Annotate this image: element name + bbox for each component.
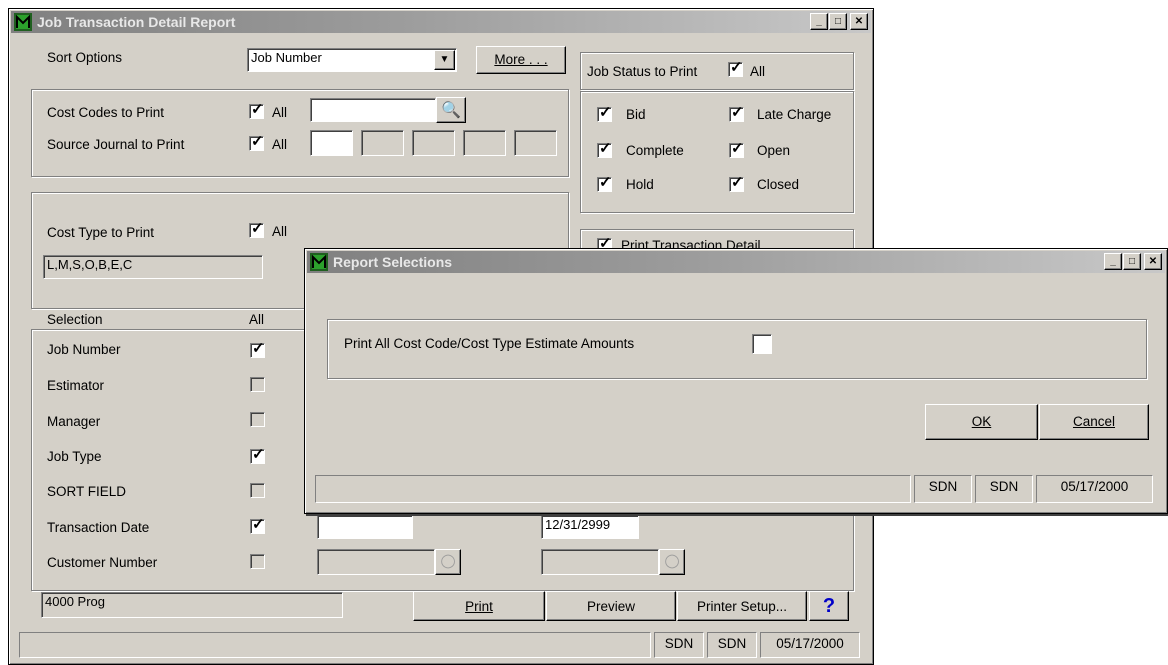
customer-number-label: Customer Number <box>47 555 158 570</box>
bid-label: Bid <box>626 107 646 122</box>
job-status-all-label: All <box>750 64 766 79</box>
dialog-title: Report Selections <box>333 254 453 270</box>
status-bar-user2: SDN <box>707 632 757 658</box>
source-journal-all-label: All <box>272 137 288 152</box>
app-icon <box>14 13 32 31</box>
sort-options-label: Sort Options <box>47 50 123 65</box>
main-title-bar[interactable]: Job Transaction Detail Report _ □ ✕ <box>11 11 871 33</box>
more-button[interactable]: More . . . <box>476 46 566 74</box>
customer-number-from-lookup-button[interactable]: ◯ <box>435 549 461 575</box>
cost-type-all-checkbox[interactable]: ✓ <box>249 221 264 238</box>
cost-codes-lookup-button[interactable]: 🔍 <box>436 97 466 123</box>
complete-label: Complete <box>626 143 684 158</box>
app-icon <box>310 253 328 271</box>
printer-setup-button[interactable]: Printer Setup... <box>677 591 807 621</box>
ok-button[interactable]: OK <box>925 404 1038 440</box>
help-icon: ? <box>822 595 836 617</box>
source-journal-input-2 <box>361 130 404 156</box>
dialog-status-bar-message <box>315 475 911 503</box>
selection-header: Selection <box>47 312 103 327</box>
job-number-label: Job Number <box>47 342 121 357</box>
estimate-amounts-label: Print All Cost Code/Cost Type Estimate A… <box>344 336 635 351</box>
cost-codes-all-checkbox[interactable]: ✓ <box>249 102 264 119</box>
open-label: Open <box>757 143 791 158</box>
status-bar-date: 05/17/2000 <box>760 632 860 658</box>
closed-checkbox[interactable]: ✓ <box>729 175 744 192</box>
sort-field-all-checkbox[interactable] <box>250 483 265 498</box>
source-journal-input-3 <box>412 130 455 156</box>
open-checkbox[interactable]: ✓ <box>729 141 744 158</box>
sort-options-value: Job Number <box>251 50 322 65</box>
selection-all-header: All <box>249 312 265 327</box>
print-button[interactable]: Print <box>413 591 545 621</box>
hold-checkbox[interactable]: ✓ <box>597 175 612 192</box>
cost-codes-all-label: All <box>272 105 288 120</box>
customer-number-to-input <box>541 549 659 575</box>
sort-field-label: SORT FIELD <box>47 484 127 499</box>
source-journal-label: Source Journal to Print <box>47 137 185 152</box>
cancel-button[interactable]: Cancel <box>1039 404 1149 440</box>
sort-options-dropdown[interactable]: Job Number <box>247 48 457 72</box>
form-name-field: 4000 Prog <box>41 592 343 618</box>
search-icon: ◯ <box>440 553 456 568</box>
estimator-all-checkbox[interactable] <box>250 377 265 392</box>
manager-label: Manager <box>47 414 101 429</box>
preview-button[interactable]: Preview <box>546 591 676 621</box>
cost-type-label: Cost Type to Print <box>47 225 155 240</box>
dialog-title-bar[interactable]: Report Selections _ □ ✕ <box>307 251 1165 273</box>
transaction-date-to-input[interactable]: 12/31/2999 <box>541 515 639 539</box>
estimate-amounts-checkbox[interactable] <box>752 334 772 354</box>
transaction-date-from-input[interactable] <box>317 515 413 539</box>
cost-type-value: L,M,S,O,B,E,C <box>43 255 263 279</box>
transaction-date-label: Transaction Date <box>47 520 150 535</box>
maximize-icon[interactable]: □ <box>829 13 847 30</box>
job-status-label: Job Status to Print <box>587 64 698 79</box>
manager-all-checkbox[interactable] <box>250 412 265 427</box>
cost-type-all-label: All <box>272 224 288 239</box>
dialog-status-bar-user1: SDN <box>914 475 972 503</box>
hold-label: Hold <box>626 177 654 192</box>
main-title: Job Transaction Detail Report <box>37 14 236 30</box>
help-button[interactable]: ? <box>809 591 849 621</box>
minimize-icon[interactable]: _ <box>810 13 828 30</box>
source-journal-input-4 <box>463 130 506 156</box>
dialog-status-bar-date: 05/17/2000 <box>1036 475 1153 503</box>
status-bar-message <box>19 632 651 658</box>
job-status-all-checkbox[interactable]: ✓ <box>728 60 743 77</box>
closed-label: Closed <box>757 177 800 192</box>
source-journal-input-1[interactable] <box>310 130 353 156</box>
source-journal-all-checkbox[interactable]: ✓ <box>249 134 264 151</box>
search-icon: ◯ <box>664 553 680 568</box>
late-charge-checkbox[interactable]: ✓ <box>729 105 744 122</box>
close-icon[interactable]: ✕ <box>850 13 868 30</box>
search-icon: 🔍 <box>441 102 461 119</box>
customer-number-all-checkbox[interactable] <box>250 554 265 569</box>
late-charge-label: Late Charge <box>757 107 832 122</box>
report-selections-dialog: Report Selections _ □ ✕ Print All Cost C… <box>304 248 1168 514</box>
customer-number-from-input <box>317 549 435 575</box>
cost-codes-input[interactable] <box>310 98 436 122</box>
bid-checkbox[interactable]: ✓ <box>597 105 612 122</box>
sort-dropdown-button[interactable]: ▼ <box>434 50 455 70</box>
job-number-all-checkbox[interactable]: ✓ <box>250 341 265 358</box>
maximize-icon[interactable]: □ <box>1123 253 1141 270</box>
transaction-date-all-checkbox[interactable]: ✓ <box>250 517 265 534</box>
close-icon[interactable]: ✕ <box>1144 253 1162 270</box>
customer-number-to-lookup-button[interactable]: ◯ <box>659 549 685 575</box>
estimator-label: Estimator <box>47 378 105 393</box>
complete-checkbox[interactable]: ✓ <box>597 141 612 158</box>
chevron-down-icon: ▼ <box>439 54 450 65</box>
dialog-status-bar-user2: SDN <box>975 475 1033 503</box>
minimize-icon[interactable]: _ <box>1104 253 1122 270</box>
job-type-label: Job Type <box>47 449 102 464</box>
cost-codes-label: Cost Codes to Print <box>47 105 165 120</box>
source-journal-input-5 <box>514 130 557 156</box>
status-bar-user1: SDN <box>654 632 704 658</box>
job-type-all-checkbox[interactable]: ✓ <box>250 447 265 464</box>
